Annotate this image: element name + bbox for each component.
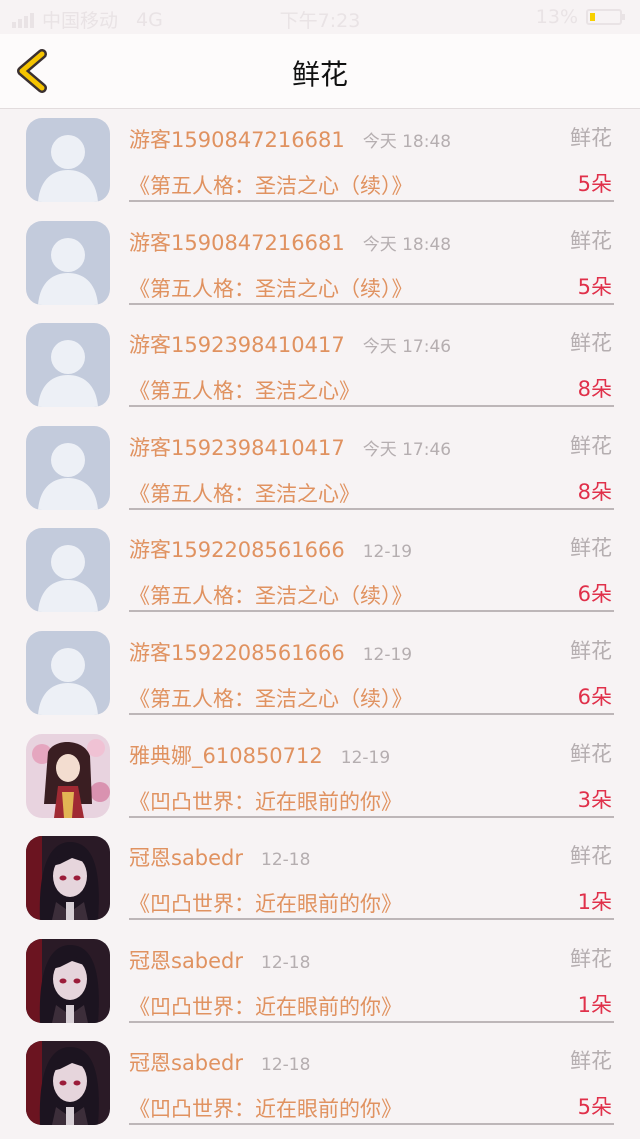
username-text: 游客1592208561666: [129, 538, 345, 563]
username-text: 冠恩sabedr: [129, 846, 244, 871]
gift-type-label: 鲜花: [570, 844, 612, 869]
book-title-link[interactable]: 《凹凸世界：近在眼前的你》: [129, 991, 402, 1021]
book-title-link[interactable]: 《凹凸世界：近在眼前的你》: [129, 888, 402, 918]
book-title-link[interactable]: 《第五人格：圣洁之心》: [129, 375, 360, 405]
username[interactable]: 雅典娜_610850712 12-19: [129, 740, 390, 770]
divider: [129, 1123, 614, 1126]
list-item[interactable]: 游客1592398410417 今天 17:46 鲜花 《第五人格：圣洁之心》 8…: [0, 416, 640, 519]
divider: [129, 712, 614, 715]
divider: [129, 918, 614, 921]
timestamp: 今天 17:46: [362, 337, 452, 358]
list-item[interactable]: 冠恩sabedr 12-18 鲜花 《凹凸世界：近在眼前的你》 1朵: [0, 929, 640, 1032]
list-item[interactable]: 游客1592208561666 12-19 鲜花 《第五人格：圣洁之心（续）》 6…: [0, 621, 640, 724]
list-item[interactable]: 雅典娜_610850712 12-19 鲜花 《凹凸世界：近在眼前的你》 3朵: [0, 724, 640, 827]
username-text: 游客1590847216681: [129, 230, 345, 255]
flower-record-list: 游客1590847216681 今天 18:48 鲜花 《第五人格：圣洁之心（续）…: [0, 108, 640, 1134]
status-bar: 中国移动 4G 下午7:23 13%: [0, 0, 640, 34]
avatar[interactable]: [26, 220, 110, 305]
username[interactable]: 冠恩sabedr 12-18: [129, 842, 310, 872]
divider: [129, 815, 614, 818]
username-text: 冠恩sabedr: [129, 948, 244, 973]
book-title-link[interactable]: 《第五人格：圣洁之心》: [129, 478, 360, 508]
divider: [129, 1020, 614, 1023]
flower-count: 1朵: [577, 890, 612, 915]
username-text: 游客1590847216681: [129, 128, 345, 152]
username-text: 游客1592398410417: [129, 333, 345, 358]
avatar[interactable]: [26, 425, 110, 510]
avatar[interactable]: [26, 938, 110, 1023]
gift-type-label: 鲜花: [570, 741, 612, 766]
gift-type-label: 鲜花: [570, 228, 612, 253]
book-title-link[interactable]: 《第五人格：圣洁之心（续）》: [129, 273, 413, 303]
flower-count: 3朵: [577, 787, 612, 812]
timestamp: 今天 18:48: [362, 132, 452, 152]
list-item[interactable]: 冠恩sabedr 12-18 鲜花 《凹凸世界：近在眼前的你》 5朵: [0, 1031, 640, 1134]
username[interactable]: 游客1590847216681 今天 18:48: [129, 124, 451, 154]
avatar[interactable]: [26, 323, 110, 408]
avatar[interactable]: [26, 1041, 110, 1126]
flower-count: 5朵: [577, 172, 612, 196]
book-title-link[interactable]: 《凹凸世界：近在眼前的你》: [129, 786, 402, 816]
avatar[interactable]: [26, 528, 110, 613]
flower-count: 8朵: [577, 377, 612, 402]
avatar[interactable]: [26, 118, 110, 202]
flower-count: 5朵: [577, 274, 612, 299]
timestamp: 今天 17:46: [362, 439, 452, 460]
username[interactable]: 游客1592398410417 今天 17:46: [129, 432, 451, 462]
battery-status: 13%: [535, 6, 625, 28]
list-item[interactable]: 游客1590847216681 今天 18:48 鲜花 《第五人格：圣洁之心（续）…: [0, 108, 640, 211]
flower-count: 5朵: [577, 1095, 612, 1120]
gift-type-label: 鲜花: [570, 433, 612, 458]
avatar[interactable]: [26, 733, 110, 818]
timestamp: 12-18: [261, 1055, 311, 1076]
battery-percent: 13%: [535, 6, 578, 28]
battery-icon: [586, 9, 625, 25]
book-title-link[interactable]: 《凹凸世界：近在眼前的你》: [129, 1093, 402, 1123]
book-title-link[interactable]: 《第五人格：圣洁之心（续）》: [129, 170, 413, 200]
gift-type-label: 鲜花: [570, 126, 612, 150]
username[interactable]: 冠恩sabedr 12-18: [129, 1047, 310, 1077]
flower-count: 6朵: [577, 582, 612, 607]
avatar[interactable]: [26, 630, 110, 715]
gift-type-label: 鲜花: [570, 946, 612, 971]
username[interactable]: 游客1590847216681 今天 18:48: [129, 227, 451, 257]
nav-bar: 鲜花: [0, 34, 640, 109]
book-title-link[interactable]: 《第五人格：圣洁之心（续）》: [129, 683, 413, 713]
flower-count: 6朵: [577, 684, 612, 709]
divider: [129, 405, 614, 408]
list-item[interactable]: 游客1592208561666 12-19 鲜花 《第五人格：圣洁之心（续）》 6…: [0, 518, 640, 621]
username-text: 雅典娜_610850712: [129, 743, 323, 768]
flower-count: 1朵: [577, 992, 612, 1017]
username-text: 游客1592398410417: [129, 435, 345, 460]
username-text: 冠恩sabedr: [129, 1051, 244, 1076]
gift-type-label: 鲜花: [570, 536, 612, 561]
divider: [129, 507, 614, 510]
username[interactable]: 游客1592398410417 今天 17:46: [129, 329, 451, 359]
timestamp: 今天 18:48: [362, 234, 452, 255]
avatar[interactable]: [26, 836, 110, 921]
list-item[interactable]: 游客1590847216681 今天 18:48 鲜花 《第五人格：圣洁之心（续）…: [0, 211, 640, 314]
timestamp: 12-19: [362, 542, 413, 563]
timestamp: 12-19: [340, 747, 391, 768]
divider: [129, 302, 614, 305]
username[interactable]: 冠恩sabedr 12-18: [129, 945, 310, 975]
divider: [129, 200, 614, 202]
page-title: 鲜花: [291, 58, 348, 91]
flower-count: 8朵: [577, 479, 612, 504]
gift-type-label: 鲜花: [570, 331, 612, 356]
list-item[interactable]: 游客1592398410417 今天 17:46 鲜花 《第五人格：圣洁之心》 8…: [0, 313, 640, 416]
username-text: 游客1592208561666: [129, 640, 345, 665]
book-title-link[interactable]: 《第五人格：圣洁之心（续）》: [129, 580, 413, 610]
divider: [129, 610, 614, 613]
timestamp: 12-19: [362, 644, 413, 665]
username[interactable]: 游客1592208561666 12-19: [129, 534, 412, 564]
list-item[interactable]: 冠恩sabedr 12-18 鲜花 《凹凸世界：近在眼前的你》 1朵: [0, 826, 640, 929]
gift-type-label: 鲜花: [570, 1049, 612, 1074]
username[interactable]: 游客1592208561666 12-19: [129, 637, 412, 667]
timestamp: 12-18: [261, 850, 311, 871]
gift-type-label: 鲜花: [570, 638, 612, 663]
timestamp: 12-18: [261, 952, 311, 973]
